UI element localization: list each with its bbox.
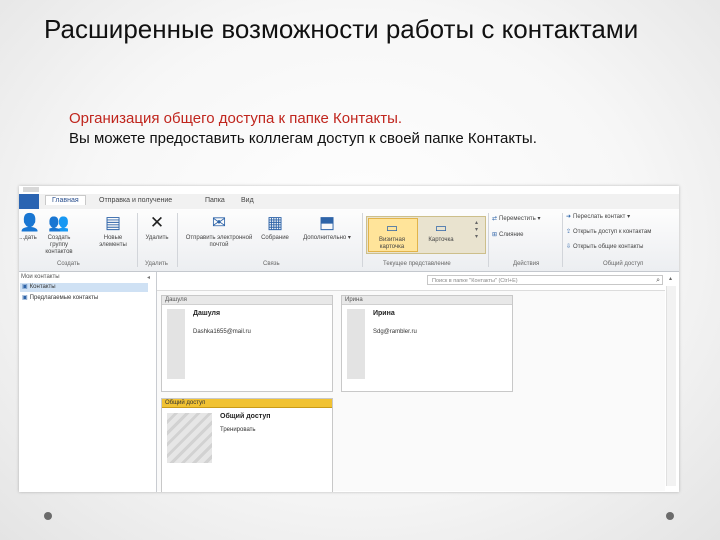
business-card-icon: ▭ (385, 220, 399, 235)
card-header: Ирина (342, 296, 512, 305)
slide-text: Вы можете предоставить коллегам доступ к… (69, 130, 537, 147)
contact-name: Общий доступ (220, 413, 271, 420)
move-icon: ⇄ (492, 216, 498, 222)
card-header: Дашуля (162, 296, 332, 305)
search-input[interactable]: Поиск в папке "Контакты" (Ctrl+E) ⌕ (427, 275, 663, 285)
forward-contact-button[interactable]: ➜ Переслать контакт ▾ (566, 213, 630, 220)
open-shared-contacts-button[interactable]: ⇩ Открыть общие контакты (566, 243, 643, 250)
contact-subtext: Тренировать (220, 427, 256, 433)
move-button[interactable]: ⇄ Переместить ▾ (492, 215, 540, 222)
slide-subtitle: Организация общего доступа к папке Конта… (69, 110, 403, 127)
window-titlebar (19, 186, 679, 194)
contact-email: Sdg@rambler.ru (373, 329, 417, 335)
ribbon-separator (137, 213, 138, 267)
contact-photo (347, 309, 365, 379)
ribbon-separator (177, 213, 178, 267)
contact-photo (167, 413, 212, 463)
more-button[interactable]: ⬒ Дополнительно ▾ (295, 213, 359, 242)
meeting-icon: ▦ (266, 213, 284, 232)
delete-button[interactable]: ✕ Удалить (141, 213, 173, 242)
ribbon: 👤 ...дать 👥 Создать группу контактов ▤ Новы… (19, 209, 679, 272)
meeting-button[interactable]: ▦ Собрание (257, 213, 293, 242)
contacts-folder-icon: ▣ (22, 284, 28, 290)
new-items-icon: ▤ (104, 213, 122, 232)
decorative-dot (44, 512, 52, 520)
forward-contact-icon: ➜ (566, 214, 572, 220)
new-contact-icon: 👤 (19, 213, 41, 232)
tab-send-receive[interactable]: Отправка и получение (99, 197, 172, 204)
card-view-button[interactable]: ▭ Карточка (421, 221, 461, 244)
contact-card-shared-access[interactable]: Общий доступ Общий доступ Тренировать (161, 398, 333, 492)
contact-name: Ирина (373, 310, 395, 317)
contacts-folder-icon: ▣ (22, 295, 28, 301)
slide-title: Расширенные возможности работы с контакт… (44, 14, 639, 44)
contact-name: Дашуля (193, 310, 221, 317)
contacts-view: Поиск в папке "Контакты" (Ctrl+E) ⌕ ▴ Да… (157, 272, 679, 492)
search-icon[interactable]: ⌕ (656, 276, 660, 286)
new-contact-button[interactable]: 👤 ...дать (19, 213, 41, 242)
contact-card-dashulya[interactable]: Дашуля Дашуля Dashka1655@mail.ru (161, 295, 333, 392)
email-icon: ✉ (211, 213, 227, 232)
scroll-up-arrow[interactable]: ▴ (669, 275, 672, 282)
new-group-button[interactable]: 👥 Создать группу контактов (38, 213, 80, 256)
send-email-button[interactable]: ✉ Отправить электронной почтой (183, 213, 255, 249)
decorative-dot (666, 512, 674, 520)
group-label-create: Создать (57, 261, 80, 267)
gallery-scroll[interactable]: ▴ ▾ ▾ (475, 219, 478, 240)
new-group-icon: 👥 (48, 213, 70, 232)
navigation-pane: Мои контакты ◂ ▣ Контакты ▣ Предлагаемые к… (19, 272, 157, 492)
more-icon: ⬒ (318, 213, 336, 232)
tab-home[interactable]: Главная (45, 195, 86, 205)
outlook-screenshot: Главная Отправка и получение Папка Вид 👤… (19, 186, 679, 492)
mail-merge-button[interactable]: ⊞ Слияние (492, 231, 523, 238)
ribbon-separator (562, 213, 563, 267)
ribbon-separator (488, 213, 489, 267)
quick-access-toolbar[interactable] (23, 187, 39, 192)
cards-area: Дашуля Дашуля Dashka1655@mail.ru Ирина И… (157, 290, 665, 492)
group-label-actions: Действия (513, 261, 540, 267)
open-shared-contacts-icon: ⇩ (566, 244, 572, 250)
group-label-current-view: Текущее представление (383, 261, 451, 267)
ribbon-separator (362, 213, 363, 267)
business-card-view-button[interactable]: ▭ Визитная карточка (368, 221, 416, 251)
nav-item-suggested-contacts[interactable]: ▣ Предлагаемые контакты (20, 294, 148, 303)
vertical-scrollbar[interactable] (666, 286, 676, 486)
tab-view[interactable]: Вид (241, 197, 254, 204)
share-contacts-icon: ⇪ (566, 229, 572, 235)
nav-header: Мои контакты (21, 274, 60, 280)
contact-photo (167, 309, 185, 379)
nav-item-contacts[interactable]: ▣ Контакты (20, 283, 148, 292)
share-contacts-button[interactable]: ⇪ Открыть доступ к контактам (566, 228, 651, 235)
new-items-button[interactable]: ▤ Новые элементы (93, 213, 133, 249)
contact-card-irina[interactable]: Ирина Ирина Sdg@rambler.ru (341, 295, 513, 392)
tab-folder[interactable]: Папка (205, 197, 225, 204)
delete-icon: ✕ (149, 213, 165, 232)
collapse-pane-icon[interactable]: ◂ (147, 274, 150, 281)
mail-merge-icon: ⊞ (492, 232, 498, 238)
file-tab[interactable] (19, 194, 39, 209)
group-label-share: Общий доступ (603, 261, 644, 267)
ribbon-tabs: Главная Отправка и получение Папка Вид (19, 194, 679, 209)
group-label-delete: Удалить (145, 261, 168, 267)
contact-email: Dashka1655@mail.ru (193, 329, 251, 335)
card-icon: ▭ (434, 220, 448, 235)
card-header: Общий доступ (162, 399, 332, 408)
group-label-communicate: Связь (263, 261, 280, 267)
